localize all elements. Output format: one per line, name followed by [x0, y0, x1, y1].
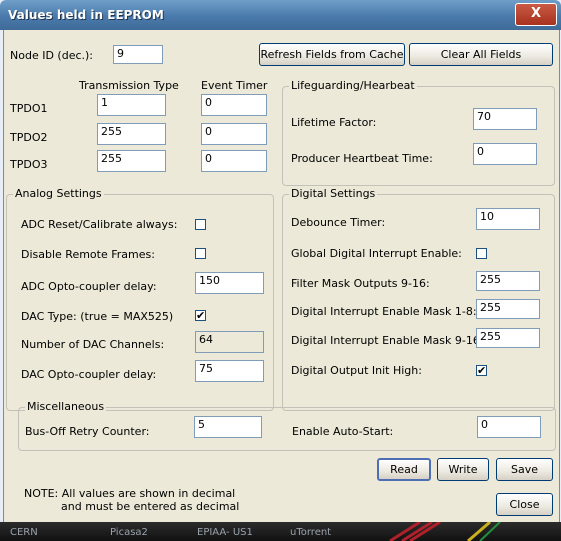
tpdo2-transmission-input[interactable]: 255 — [97, 123, 166, 145]
int-mask-1-8-input[interactable]: 255 — [476, 299, 540, 319]
int-mask-9-16-label: Digital Interrupt Enable Mask 9-16: — [291, 334, 484, 347]
miscellaneous-group: Miscellaneous Bus-Off Retry Counter: 5 E… — [18, 400, 556, 451]
window-close-button[interactable]: X — [515, 3, 557, 26]
taskbar-item[interactable]: EPIAA- US1 — [197, 527, 253, 538]
taskbar: CERN Picasa2 EPIAA- US1 uTorrent — [0, 522, 561, 541]
int-mask-9-16-input[interactable]: 255 — [476, 328, 540, 348]
debounce-timer-input[interactable]: 10 — [476, 208, 540, 230]
filter-mask-label: Filter Mask Outputs 9-16: — [291, 277, 430, 290]
heartbeat-time-input[interactable]: 0 — [473, 143, 537, 165]
dac-opto-label: DAC Opto-coupler delay: — [21, 368, 157, 381]
lifeguarding-group-title: Lifeguarding/Hearbeat — [289, 79, 417, 92]
clear-all-fields-button[interactable]: Clear All Fields — [409, 43, 553, 66]
adc-reset-label: ADC Reset/Calibrate always: — [21, 218, 178, 231]
save-button[interactable]: Save — [496, 458, 553, 481]
checkmark-icon: ✔ — [477, 364, 487, 377]
digital-settings-group: Digital Settings Debounce Timer: 10 Glob… — [282, 187, 555, 411]
disable-remote-label: Disable Remote Frames: — [21, 248, 155, 261]
lifetime-factor-label: Lifetime Factor: — [291, 116, 377, 129]
miscellaneous-title: Miscellaneous — [25, 400, 107, 413]
bus-off-label: Bus-Off Retry Counter: — [25, 425, 150, 438]
output-init-high-label: Digital Output Init High: — [291, 364, 422, 377]
lifetime-factor-input[interactable]: 70 — [473, 108, 537, 130]
adc-opto-label: ADC Opto-coupler delay: — [21, 280, 157, 293]
event-timer-header: Event Timer — [201, 79, 268, 92]
close-button[interactable]: Close — [496, 493, 553, 516]
debounce-timer-label: Debounce Timer: — [291, 216, 386, 229]
auto-start-label: Enable Auto-Start: — [292, 425, 394, 438]
write-button[interactable]: Write — [437, 458, 489, 481]
checkmark-icon: ✔ — [196, 309, 206, 322]
dac-channels-label: Number of DAC Channels: — [21, 338, 165, 351]
taskbar-item[interactable]: CERN — [10, 527, 38, 538]
tpdo3-event-timer-input[interactable]: 0 — [201, 150, 267, 172]
taskbar-item[interactable]: uTorrent — [290, 527, 331, 538]
dialog-body: Node ID (dec.): 9 Refresh Fields from Ca… — [3, 30, 560, 522]
window-title: Values held in EEPROM — [8, 8, 164, 22]
output-init-high-checkbox[interactable]: ✔ — [476, 365, 487, 376]
int-mask-1-8-label: Digital Interrupt Enable Mask 1-8: — [291, 305, 477, 318]
auto-start-input[interactable]: 0 — [477, 416, 541, 438]
node-id-label: Node ID (dec.): — [10, 49, 93, 62]
global-interrupt-label: Global Digital Interrupt Enable: — [291, 247, 462, 260]
adc-reset-checkbox[interactable] — [195, 219, 206, 230]
tpdo1-transmission-input[interactable]: 1 — [97, 94, 166, 116]
tpdo1-label: TPDO1 — [10, 102, 48, 115]
tpdo2-event-timer-input[interactable]: 0 — [201, 123, 267, 145]
dac-type-label: DAC Type: (true = MAX525) — [21, 310, 174, 323]
heartbeat-time-label: Producer Heartbeat Time: — [291, 152, 433, 165]
analog-settings-title: Analog Settings — [13, 187, 104, 200]
note-line-1: NOTE: All values are shown in decimal — [24, 487, 236, 500]
tpdo3-label: TPDO3 — [10, 158, 48, 171]
node-id-input[interactable]: 9 — [113, 45, 163, 64]
read-button[interactable]: Read — [377, 458, 431, 481]
note-line-2: and must be entered as decimal — [61, 500, 240, 513]
refresh-fields-button[interactable]: Refresh Fields from Cache — [259, 43, 405, 66]
global-interrupt-checkbox[interactable] — [476, 248, 487, 259]
filter-mask-input[interactable]: 255 — [476, 271, 540, 291]
tpdo3-transmission-input[interactable]: 255 — [97, 150, 166, 172]
dac-type-checkbox[interactable]: ✔ — [195, 310, 206, 321]
close-icon: X — [530, 6, 542, 21]
digital-settings-title: Digital Settings — [289, 187, 378, 200]
dac-channels-field: 64 — [195, 331, 264, 353]
lifeguarding-group: Lifeguarding/Hearbeat Lifetime Factor: 7… — [282, 79, 555, 186]
dac-opto-input[interactable]: 75 — [195, 360, 264, 382]
tpdo2-label: TPDO2 — [10, 131, 48, 144]
analog-settings-group: Analog Settings ADC Reset/Calibrate alwa… — [6, 187, 274, 411]
adc-opto-input[interactable]: 150 — [195, 272, 264, 294]
disable-remote-checkbox[interactable] — [195, 248, 206, 259]
tray-art-icon — [389, 522, 501, 541]
transmission-type-header: Transmission Type — [79, 79, 179, 92]
bus-off-input[interactable]: 5 — [194, 416, 262, 438]
taskbar-item[interactable]: Picasa2 — [110, 527, 148, 538]
eeprom-dialog: Values held in EEPROM X Node ID (dec.): … — [0, 0, 561, 541]
tpdo1-event-timer-input[interactable]: 0 — [201, 94, 267, 116]
title-bar[interactable]: Values held in EEPROM X — [0, 0, 561, 30]
